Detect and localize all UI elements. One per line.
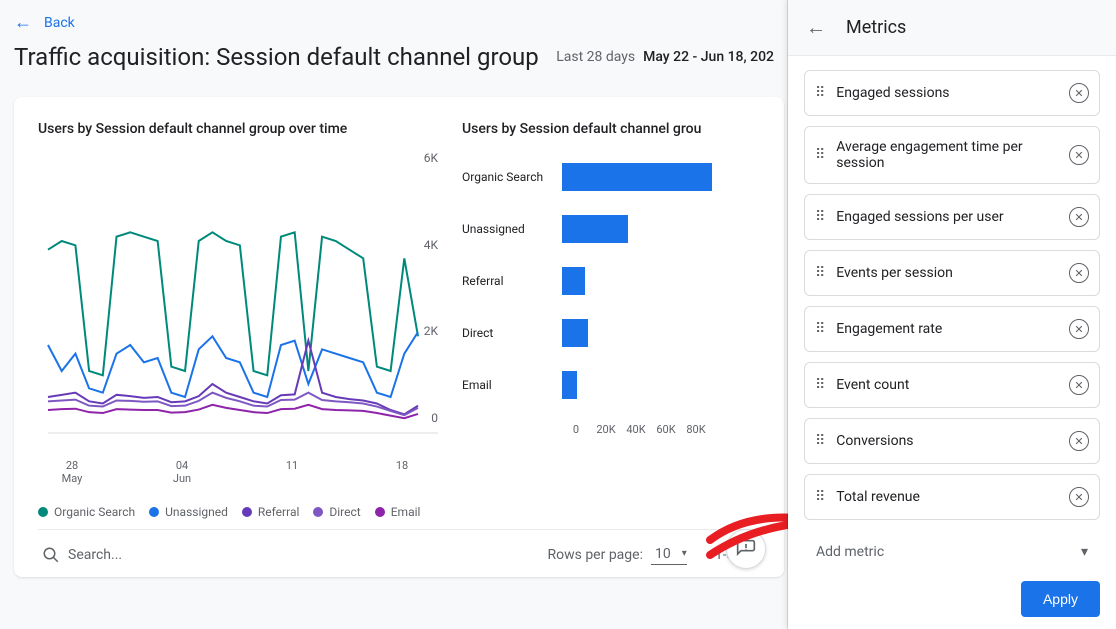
line-chart[interactable] — [38, 153, 438, 453]
remove-metric-button[interactable]: ✕ — [1069, 487, 1089, 507]
remove-metric-button[interactable]: ✕ — [1069, 263, 1089, 283]
bar-row[interactable]: Direct — [462, 319, 712, 347]
metric-label: Total revenue — [836, 489, 1059, 505]
remove-metric-button[interactable]: ✕ — [1069, 319, 1089, 339]
bar-chart[interactable]: Organic Search Unassigned Referral Direct Em… — [462, 163, 712, 399]
remove-metric-button[interactable]: ✕ — [1069, 145, 1089, 165]
legend-dot-icon — [375, 507, 385, 517]
bar-row[interactable]: Referral — [462, 267, 712, 295]
metric-label: Engagement rate — [836, 321, 1059, 337]
bar-label: Email — [462, 378, 562, 392]
drag-handle-icon[interactable]: ⠿ — [815, 327, 826, 331]
legend-dot-icon — [242, 507, 252, 517]
metric-item[interactable]: ⠿ Conversions ✕ — [804, 418, 1100, 464]
metric-label: Engaged sessions — [836, 85, 1059, 101]
legend-label: Email — [391, 505, 421, 519]
bar-value — [562, 163, 712, 191]
arrow-left-icon: ← — [14, 12, 32, 33]
bar-row[interactable]: Organic Search — [462, 163, 712, 191]
metric-label: Event count — [836, 377, 1059, 393]
search-placeholder: Search... — [68, 547, 122, 563]
remove-metric-button[interactable]: ✕ — [1069, 83, 1089, 103]
remove-metric-button[interactable]: ✕ — [1069, 207, 1089, 227]
panel-title: Metrics — [846, 17, 906, 38]
line-chart-y-axis: 02K4K6K — [414, 157, 438, 427]
drag-handle-icon[interactable]: ⠿ — [815, 383, 826, 387]
search-icon — [42, 546, 60, 564]
bar-chart-title: Users by Session default channel grou — [462, 121, 768, 137]
metric-item[interactable]: ⠿ Engaged sessions ✕ — [804, 70, 1100, 116]
metric-item[interactable]: ⠿ Total revenue ✕ — [804, 474, 1100, 520]
drag-handle-icon[interactable]: ⠿ — [815, 91, 826, 95]
legend-label: Unassigned — [165, 505, 228, 519]
chevron-down-icon: ▾ — [1081, 544, 1088, 560]
search-input[interactable]: Search... — [42, 546, 122, 564]
metric-item[interactable]: ⠿ Events per session ✕ — [804, 250, 1100, 296]
apply-button[interactable]: Apply — [1021, 581, 1100, 617]
date-range-value: May 22 - Jun 18, 202 — [643, 49, 774, 65]
bar-label: Referral — [462, 274, 562, 288]
bar-label: Unassigned — [462, 222, 562, 236]
metrics-panel: ← Metrics ⠿ Engaged sessions ✕ ⠿ Average… — [788, 0, 1116, 629]
date-range-picker[interactable]: Last 28 days May 22 - Jun 18, 202 — [556, 49, 774, 65]
bar-value — [562, 215, 628, 243]
metric-label: Average engagement time per session — [836, 139, 1059, 171]
metric-item[interactable]: ⠿ Average engagement time per session ✕ — [804, 126, 1100, 184]
feedback-icon — [736, 539, 756, 559]
rows-per-page-select[interactable]: 10 — [651, 544, 687, 565]
metric-item[interactable]: ⠿ Event count ✕ — [804, 362, 1100, 408]
legend-item[interactable]: Referral — [242, 505, 300, 519]
bar-value — [562, 319, 588, 347]
bar-row[interactable]: Email — [462, 371, 712, 399]
rows-per-page-label: Rows per page: — [547, 547, 642, 563]
legend-item[interactable]: Unassigned — [149, 505, 228, 519]
feedback-button[interactable] — [726, 529, 766, 569]
drag-handle-icon[interactable]: ⠿ — [815, 271, 826, 275]
back-button[interactable]: ← Back — [0, 0, 89, 37]
bar-label: Organic Search — [462, 170, 562, 184]
metric-label: Conversions — [836, 433, 1059, 449]
metric-item[interactable]: ⠿ Engagement rate ✕ — [804, 306, 1100, 352]
date-range-label: Last 28 days — [556, 49, 635, 65]
line-chart-title: Users by Session default channel group o… — [38, 121, 438, 137]
drag-handle-icon[interactable]: ⠿ — [815, 215, 826, 219]
line-chart-x-axis: 28May04Jun1118 — [52, 459, 422, 485]
report-card: Users by Session default channel group o… — [14, 97, 784, 577]
chart-legend: Organic Search Unassigned Referral Direct Em… — [38, 505, 438, 519]
bar-value — [562, 267, 585, 295]
remove-metric-button[interactable]: ✕ — [1069, 431, 1089, 451]
legend-dot-icon — [38, 507, 48, 517]
add-metric-button[interactable]: Add metric ▾ — [804, 530, 1100, 569]
bar-row[interactable]: Unassigned — [462, 215, 712, 243]
panel-back-button[interactable]: ← — [806, 15, 826, 40]
legend-label: Organic Search — [54, 505, 135, 519]
legend-label: Direct — [329, 505, 360, 519]
metric-label: Engaged sessions per user — [836, 209, 1059, 225]
legend-item[interactable]: Organic Search — [38, 505, 135, 519]
drag-handle-icon[interactable]: ⠿ — [815, 439, 826, 443]
legend-label: Referral — [258, 505, 300, 519]
back-label: Back — [44, 15, 75, 31]
page-title: Traffic acquisition: Session default cha… — [14, 43, 539, 71]
metric-item[interactable]: ⠿ Engaged sessions per user ✕ — [804, 194, 1100, 240]
bar-value — [562, 371, 577, 399]
remove-metric-button[interactable]: ✕ — [1069, 375, 1089, 395]
legend-item[interactable]: Email — [375, 505, 421, 519]
add-metric-label: Add metric — [816, 544, 884, 560]
drag-handle-icon[interactable]: ⠿ — [815, 495, 826, 499]
metric-label: Events per session — [836, 265, 1059, 281]
bar-chart-x-axis: 020K40K60K80K — [562, 423, 768, 436]
legend-item[interactable]: Direct — [313, 505, 360, 519]
legend-dot-icon — [149, 507, 159, 517]
bar-label: Direct — [462, 326, 562, 340]
drag-handle-icon[interactable]: ⠿ — [815, 153, 826, 157]
legend-dot-icon — [313, 507, 323, 517]
